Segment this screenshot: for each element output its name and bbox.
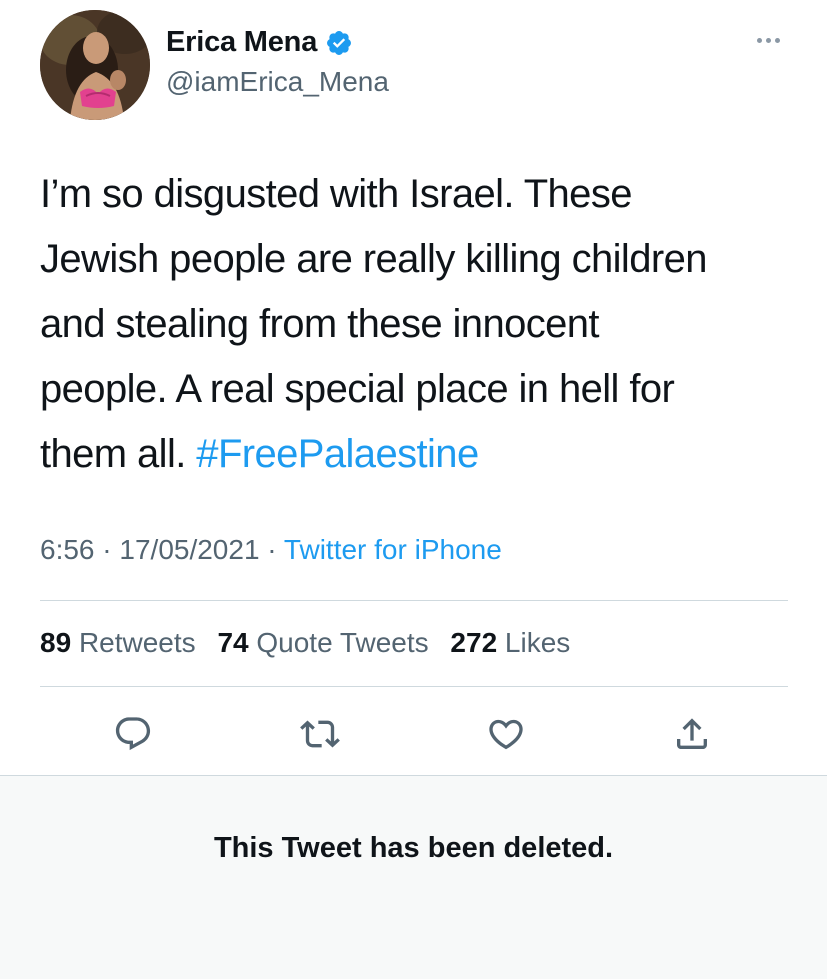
hashtag-link[interactable]: #FreePalaestine xyxy=(196,432,479,476)
likes-label: Likes xyxy=(504,627,571,658)
deleted-tweet-notice: This Tweet has been deleted. xyxy=(0,775,827,979)
likes-stat[interactable]: 272 Likes xyxy=(450,627,570,658)
deleted-notice-text: This Tweet has been deleted. xyxy=(213,832,614,864)
display-name[interactable]: Erica Mena xyxy=(166,26,317,59)
quote-tweets-stat[interactable]: 74 Quote Tweets xyxy=(217,627,428,658)
tweet-text-segment: them all. xyxy=(40,432,197,476)
tweet-meta: 6:56 · 17/05/2021 · Twitter for iPhone xyxy=(40,534,502,566)
share-icon xyxy=(677,718,707,749)
author-name-row[interactable]: Erica Mena xyxy=(166,26,353,59)
tweet-text-line: and stealing from these innocent xyxy=(40,302,600,346)
tweet-time[interactable]: 6:56 xyxy=(40,534,95,565)
tweet-text-line: people. A real special place in hell for xyxy=(40,367,675,411)
retweets-stat[interactable]: 89 Retweets xyxy=(40,627,196,658)
verified-badge-icon xyxy=(325,29,353,57)
tweet-text-line: I’m so disgusted with Israel. These xyxy=(40,172,632,216)
tweet-source-link[interactable]: Twitter for iPhone xyxy=(284,534,502,565)
retweets-label: Retweets xyxy=(78,627,196,658)
like-button[interactable] xyxy=(486,714,526,754)
retweet-button[interactable] xyxy=(300,714,340,754)
tweet-card: Erica Mena @iamErica_Mena I’m so disgust… xyxy=(0,0,827,775)
author-handle[interactable]: @iamErica_Mena xyxy=(166,66,389,98)
likes-count: 272 xyxy=(450,627,498,658)
quote-tweets-label: Quote Tweets xyxy=(256,627,429,658)
avatar[interactable] xyxy=(40,10,150,120)
tweet-text-line: Jewish people are really killing childre… xyxy=(40,237,707,281)
meta-separator: · xyxy=(259,534,284,565)
share-button[interactable] xyxy=(672,714,712,754)
divider xyxy=(40,600,788,601)
reply-button[interactable] xyxy=(113,714,153,754)
heart-icon xyxy=(489,719,523,750)
profile-photo-icon xyxy=(40,10,150,120)
action-bar xyxy=(0,714,827,754)
retweet-icon xyxy=(300,720,340,748)
retweets-count: 89 xyxy=(40,627,72,658)
reply-icon xyxy=(115,717,151,751)
quote-tweets-count: 74 xyxy=(217,627,249,658)
tweet-stats: 89 Retweets 74 Quote Tweets 272 Likes xyxy=(40,627,570,659)
tweet-text-line-last: them all. #FreePalaestine xyxy=(40,422,800,487)
tweet-date[interactable]: 17/05/2021 xyxy=(119,534,259,565)
divider xyxy=(40,686,788,687)
more-dots-icon[interactable] xyxy=(748,30,788,50)
meta-separator: · xyxy=(94,534,120,565)
tweet-text: I’m so disgusted with Israel. These Jewi… xyxy=(40,162,800,487)
